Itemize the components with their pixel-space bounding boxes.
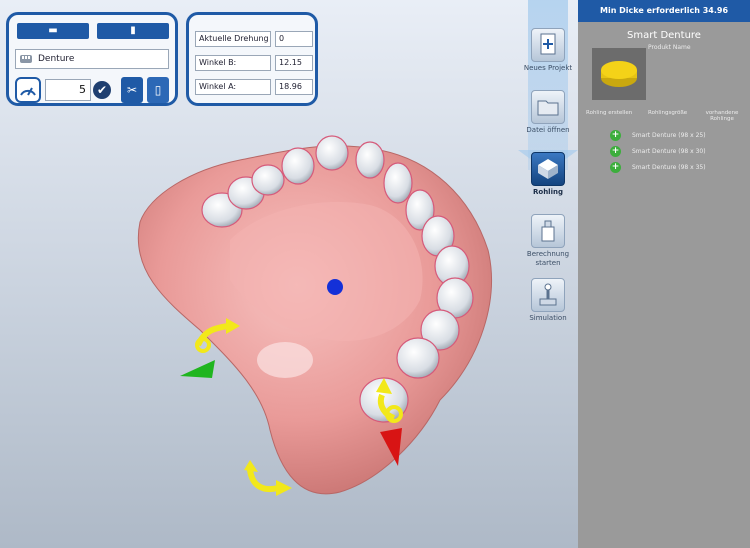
toolbar-label: Datei öffnen [526, 126, 570, 134]
gauge-button[interactable] [15, 77, 41, 103]
view-button[interactable]: ▬ [17, 23, 89, 39]
min-thickness-header: Min Dicke erforderlich 34.96 [578, 0, 750, 22]
new-project-icon [531, 28, 565, 62]
col-create-blank: Rohling erstellen [586, 110, 633, 116]
view-icon: ▬ [48, 25, 58, 36]
trash-icon: ▯ [154, 83, 162, 97]
add-icon[interactable]: + [610, 146, 621, 157]
angles-panel: Aktuelle Drehung 0 Winkel B: 12.15 Winke… [186, 12, 318, 106]
toolbar-blank[interactable]: Rohling [518, 152, 578, 197]
option-label: Smart Denture (98 x 25) [632, 132, 706, 139]
object-panel: ▬ ▮ Denture 5 ✔ ✂ ▯ [6, 12, 178, 106]
delete-button[interactable]: ▯ [147, 77, 169, 103]
calculation-icon [531, 214, 565, 248]
toolbar-label: Simulation [529, 314, 567, 322]
col-existing-blanks: vorhandene Rohlinge [705, 110, 739, 122]
panel-title: Smart Denture [627, 30, 701, 41]
open-file-icon [531, 90, 565, 124]
pivot-point[interactable] [327, 279, 343, 295]
blank-preview [592, 48, 646, 100]
trash-icon: ▮ [130, 25, 136, 36]
object-dropdown[interactable]: Denture [15, 49, 169, 69]
toolbar-simulation[interactable]: Simulation [518, 278, 578, 323]
gum-highlight [257, 342, 313, 378]
product-name: Produkt Name [648, 44, 691, 51]
delete-view-button[interactable]: ▮ [97, 23, 169, 39]
toolbar-label: Rohling [533, 188, 563, 196]
rotation-input[interactable]: 0 [275, 31, 313, 47]
workflow-toolbar: Neues Projekt Datei öffnen Rohling Berec… [518, 0, 578, 330]
spinner-input[interactable]: 5 [45, 79, 91, 101]
blank-icon [531, 152, 565, 186]
angle-a-label: Winkel A: [195, 79, 271, 95]
col-blank-size: Rohlingsgröße [648, 110, 688, 116]
option-label: Smart Denture (98 x 30) [632, 148, 706, 155]
confirm-check-icon[interactable]: ✔ [93, 81, 111, 99]
progress-arrow [528, 0, 568, 170]
toolbar-open-file[interactable]: Datei öffnen [518, 90, 578, 135]
angle-a-input[interactable]: 18.96 [275, 79, 313, 95]
angle-b-input[interactable]: 12.15 [275, 55, 313, 71]
rotation-label: Aktuelle Drehung [195, 31, 271, 47]
angle-b-label: Winkel B: [195, 55, 271, 71]
add-icon[interactable]: + [610, 162, 621, 173]
denture-icon [20, 55, 32, 63]
dropdown-value: Denture [38, 54, 75, 64]
toolbar-calculation[interactable]: Berechnung starten [518, 214, 578, 268]
option-label: Smart Denture (98 x 35) [632, 164, 706, 171]
add-icon[interactable]: + [610, 130, 621, 141]
tools-button[interactable]: ✂ [121, 77, 143, 103]
simulation-icon [531, 278, 565, 312]
toolbar-label: Neues Projekt [523, 64, 573, 72]
toolbar-new-project[interactable]: Neues Projekt [518, 28, 578, 73]
tools-icon: ✂ [126, 83, 138, 97]
blank-disc-icon [601, 61, 637, 87]
toolbar-label: Berechnung starten [526, 250, 570, 267]
blank-settings-panel: Min Dicke erforderlich 34.96 Smart Dentu… [578, 0, 750, 548]
gauge-icon [20, 87, 36, 96]
